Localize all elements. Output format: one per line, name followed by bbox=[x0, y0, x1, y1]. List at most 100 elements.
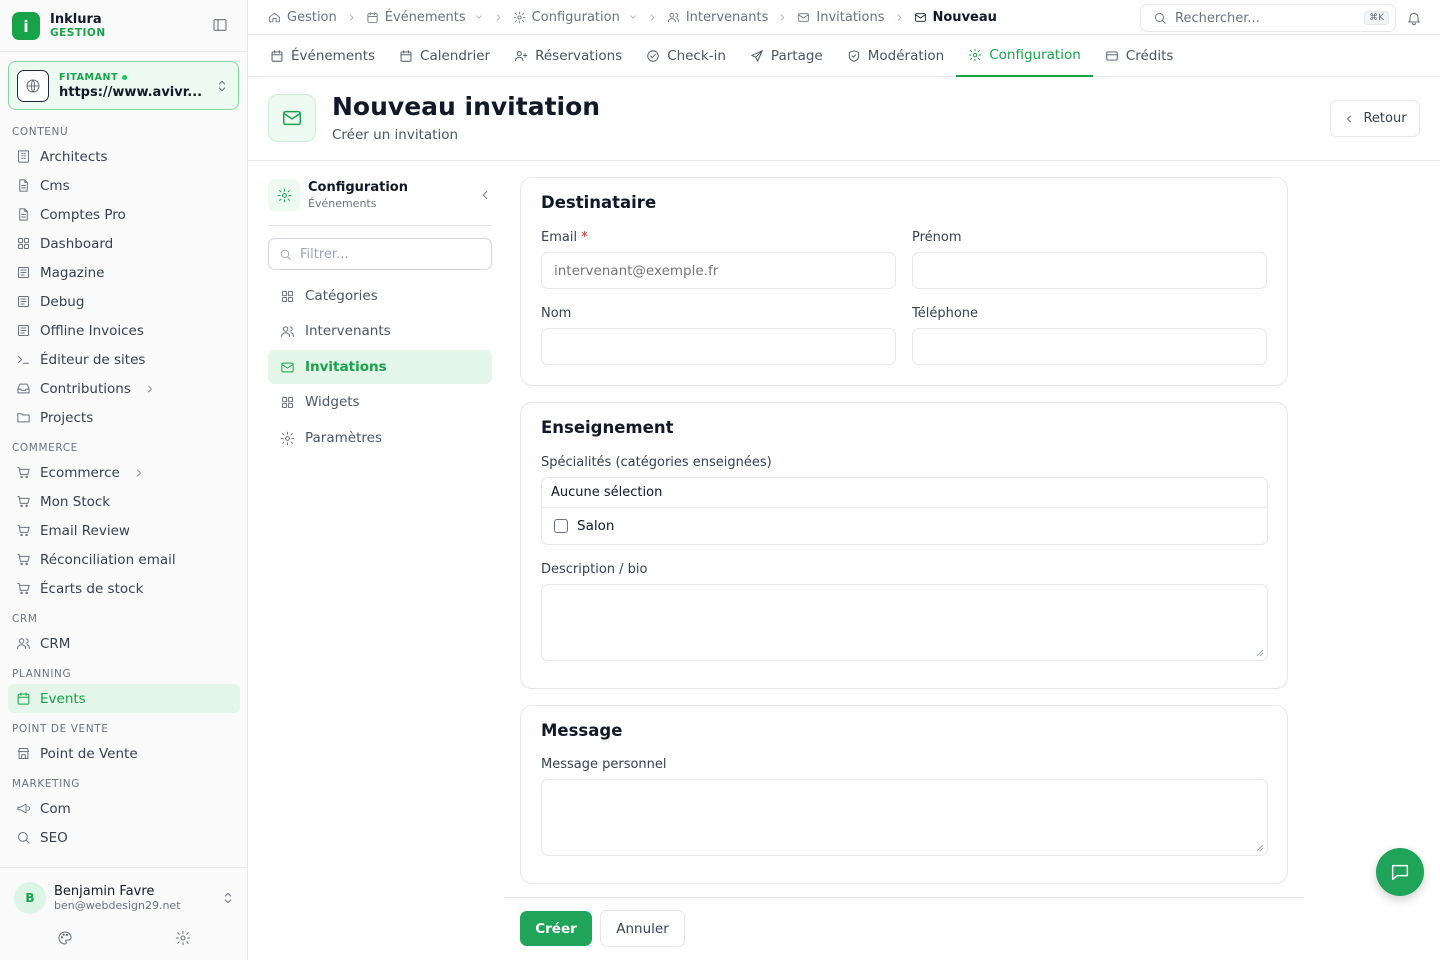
tab-label: Réservations bbox=[535, 48, 623, 64]
sidebar-item-offline-invoices[interactable]: Offline Invoices bbox=[8, 316, 240, 345]
email-label-text: Email bbox=[541, 230, 578, 245]
config-nav-subtitle: Événements bbox=[308, 197, 377, 210]
checkbox[interactable] bbox=[554, 519, 568, 533]
email-field[interactable] bbox=[541, 252, 896, 289]
config-filter-input[interactable]: Filtrer... bbox=[268, 238, 492, 270]
sidebar-item-mon-stock[interactable]: Mon Stock bbox=[8, 487, 240, 516]
inbox-icon bbox=[16, 381, 31, 396]
tab-label: Check-in bbox=[667, 48, 726, 64]
card-title: Enseignement bbox=[541, 418, 674, 437]
config-nav-item-categories[interactable]: Catégories bbox=[268, 279, 492, 313]
breadcrumb-item: Nouveau bbox=[914, 10, 997, 25]
sidebar-item-com[interactable]: Com bbox=[8, 794, 240, 823]
tab-label: Partage bbox=[770, 48, 823, 64]
divider bbox=[0, 867, 248, 868]
check-circle-icon bbox=[646, 49, 660, 63]
lastname-field[interactable] bbox=[541, 328, 896, 365]
page-title: Nouveau invitation bbox=[332, 92, 601, 121]
back-label: Retour bbox=[1363, 111, 1407, 126]
palette-icon[interactable] bbox=[57, 930, 73, 946]
tab-partage[interactable]: Partage bbox=[738, 35, 835, 77]
breadcrumb-item[interactable]: Événements bbox=[366, 10, 484, 25]
resize-handle-icon[interactable] bbox=[1256, 649, 1264, 657]
tab-label: Modération bbox=[867, 48, 945, 64]
sidebar-toggle-icon[interactable] bbox=[212, 17, 228, 33]
gear-icon bbox=[268, 179, 300, 211]
config-nav-item-invitations[interactable]: Invitations bbox=[268, 350, 492, 384]
chevron-right-icon bbox=[129, 467, 145, 479]
sidebar-item-cms[interactable]: Cms bbox=[8, 171, 240, 200]
home-icon bbox=[268, 11, 281, 24]
sidebar-item-editeur-de-sites[interactable]: Éditeur de sites bbox=[8, 345, 240, 374]
sidebar-nav: CONTENU Architects Cms Comptes Pro Dashboard… bbox=[0, 116, 248, 866]
gear-icon[interactable] bbox=[175, 930, 191, 946]
chat-button[interactable] bbox=[1376, 848, 1424, 896]
sidebar-item-contributions[interactable]: Contributions bbox=[8, 374, 240, 403]
tab-calendrier[interactable]: Calendrier bbox=[387, 35, 502, 77]
resize-handle-icon[interactable] bbox=[1256, 844, 1264, 852]
phone-field[interactable] bbox=[912, 328, 1267, 365]
sidebar-item-email-review[interactable]: Email Review bbox=[8, 516, 240, 545]
search-input[interactable]: Rechercher... ⌘K bbox=[1140, 4, 1396, 32]
sidebar-item-seo[interactable]: SEO bbox=[8, 823, 240, 852]
site-switcher[interactable]: FITAMANT https://www.avivr... bbox=[8, 61, 239, 110]
bio-textarea[interactable] bbox=[541, 584, 1268, 661]
sidebar-item-magazine[interactable]: Magazine bbox=[8, 258, 240, 287]
config-nav-item-widgets[interactable]: Widgets bbox=[268, 385, 492, 419]
breadcrumb-label: Nouveau bbox=[932, 9, 997, 25]
tab-credits[interactable]: Crédits bbox=[1093, 35, 1186, 77]
breadcrumb-label: Intervenants bbox=[685, 9, 769, 25]
specialty-option[interactable]: Salon bbox=[542, 508, 1267, 544]
breadcrumb-item[interactable]: Gestion bbox=[268, 10, 337, 25]
sidebar-item-reconciliation-email[interactable]: Réconciliation email bbox=[8, 545, 240, 574]
breadcrumb-item[interactable]: Intervenants bbox=[667, 9, 769, 25]
tab-check-in[interactable]: Check-in bbox=[634, 35, 738, 77]
sidebar-item-dashboard[interactable]: Dashboard bbox=[8, 229, 240, 258]
create-button[interactable]: Créer bbox=[520, 911, 592, 946]
sidebar-item-architects[interactable]: Architects bbox=[8, 142, 240, 171]
megaphone-icon bbox=[16, 801, 31, 816]
cancel-button[interactable]: Annuler bbox=[600, 910, 685, 947]
tab-reservations[interactable]: Réservations bbox=[502, 35, 634, 77]
tab-evenements[interactable]: Événements bbox=[258, 35, 387, 77]
chevron-left-icon[interactable] bbox=[478, 188, 492, 202]
selection-summary: Aucune sélection bbox=[542, 478, 1267, 508]
config-nav-label: Catégories bbox=[305, 288, 378, 304]
sidebar-item-comptes-pro[interactable]: Comptes Pro bbox=[8, 200, 240, 229]
tab-configuration[interactable]: Configuration bbox=[956, 35, 1093, 77]
grid-icon bbox=[16, 236, 31, 251]
user-menu[interactable]: B Benjamin Favre ben@webdesign29.net bbox=[14, 881, 236, 915]
sidebar-item-label: Offline Invoices bbox=[40, 322, 144, 339]
brand[interactable]: i Inklura GESTION bbox=[12, 10, 106, 42]
gear-icon bbox=[968, 48, 982, 62]
sidebar-item-projects[interactable]: Projects bbox=[8, 403, 240, 432]
sidebar-item-debug[interactable]: Debug bbox=[8, 287, 240, 316]
mail-icon bbox=[914, 11, 927, 24]
bell-icon[interactable] bbox=[1406, 10, 1422, 26]
config-nav-item-parametres[interactable]: Paramètres bbox=[268, 421, 492, 455]
back-button[interactable]: Retour bbox=[1330, 100, 1420, 137]
sidebar-item-events[interactable]: Events bbox=[8, 684, 240, 713]
phone-label: Téléphone bbox=[912, 306, 979, 321]
chevron-right-icon bbox=[774, 12, 791, 23]
config-nav-label: Invitations bbox=[305, 359, 387, 375]
recipient-card: Destinataire Email * Prénom Nom Téléphon… bbox=[520, 177, 1288, 386]
sidebar-item-label: Comptes Pro bbox=[40, 206, 126, 223]
personal-message-textarea[interactable] bbox=[541, 779, 1268, 856]
breadcrumb-item[interactable]: Invitations bbox=[797, 10, 885, 25]
message-card: Message Message personnel bbox=[520, 705, 1288, 884]
sidebar-item-point-de-vente[interactable]: Point de Vente bbox=[8, 739, 240, 768]
tab-moderation[interactable]: Modération bbox=[835, 35, 956, 77]
sidebar-item-crm[interactable]: CRM bbox=[8, 629, 240, 658]
sidebar-item-ecommerce[interactable]: Ecommerce bbox=[8, 458, 240, 487]
status-dot bbox=[122, 74, 128, 80]
sidebar-item-label: Réconciliation email bbox=[40, 551, 176, 568]
firstname-field[interactable] bbox=[912, 252, 1267, 289]
personal-message-label: Message personnel bbox=[541, 757, 667, 772]
sidebar-item-label: Écarts de stock bbox=[40, 580, 144, 597]
sidebar-item-ecarts-de-stock[interactable]: Écarts de stock bbox=[8, 574, 240, 603]
config-nav-item-intervenants[interactable]: Intervenants bbox=[268, 314, 492, 348]
breadcrumb-item[interactable]: Configuration bbox=[513, 10, 638, 25]
chevron-right-icon bbox=[490, 12, 507, 23]
newspaper-icon bbox=[16, 265, 31, 280]
